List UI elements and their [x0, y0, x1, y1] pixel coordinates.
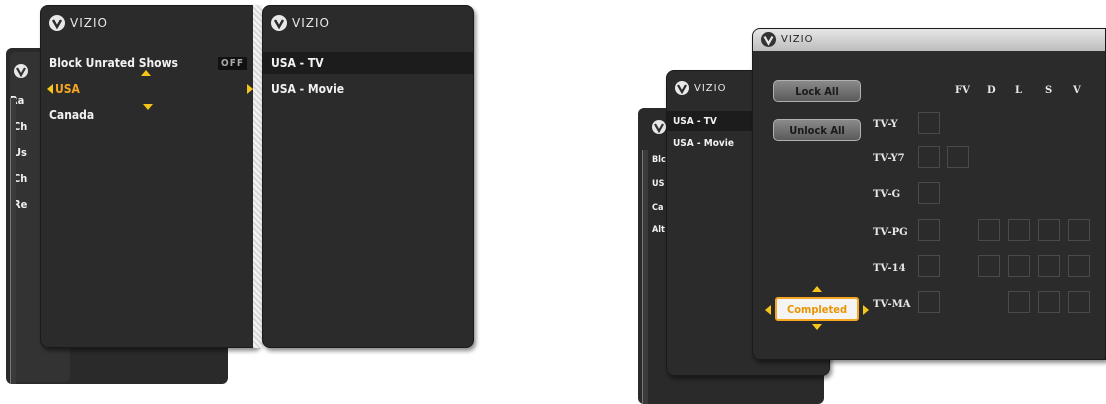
lock-cell-tv-pg-l[interactable]	[1008, 219, 1030, 241]
lock-cell-tv-ma-all[interactable]	[918, 291, 940, 313]
rating-label-tv-y7: TV-Y7	[873, 153, 905, 164]
canada-label: Canada	[49, 108, 95, 122]
lock-cell-tv-14-s[interactable]	[1038, 255, 1060, 277]
col-header-fv: FV	[955, 85, 970, 96]
vizio-logo: VIZIO	[271, 15, 330, 31]
lock-cell-tv-14-v[interactable]	[1068, 255, 1090, 277]
usa-label: USA	[55, 82, 80, 96]
block-unrated-label: Block Unrated Shows	[49, 56, 178, 70]
arrow-down-icon[interactable]	[812, 324, 822, 330]
vizio-logo: VIZIO	[49, 15, 108, 31]
lock-cell-tv-pg-all[interactable]	[918, 219, 940, 241]
usa-row[interactable]: USA	[41, 78, 259, 100]
arrow-up-icon[interactable]	[141, 70, 151, 76]
usa-submenu-panel: VIZIO USA - TV USA - Movie	[262, 5, 474, 348]
lock-cell-tv-ma-v[interactable]	[1068, 291, 1090, 313]
lock-cell-tv-ma-s[interactable]	[1038, 291, 1060, 313]
lock-cell-tv-pg-s[interactable]	[1038, 219, 1060, 241]
usa-tv-label: USA - TV	[673, 115, 717, 127]
lock-cell-tv-pg-v[interactable]	[1068, 219, 1090, 241]
lock-cell-tv-ma-l[interactable]	[1008, 291, 1030, 313]
vizio-logo: VIZIO	[675, 81, 726, 95]
lock-cell-tv-y7-fv[interactable]	[947, 146, 969, 168]
rating-label-tv-14: TV-14	[873, 263, 906, 274]
rating-label-tv-ma: TV-MA	[873, 299, 911, 310]
vizio-logo-icon	[652, 120, 666, 134]
rating-label-tv-y: TV-Y	[873, 119, 898, 130]
left-screen: Ra Ch Us Ch Re VIZIO Block Unrated Shows…	[0, 0, 480, 404]
col-header-v: V	[1073, 85, 1081, 96]
vizio-logo-icon	[675, 81, 689, 95]
arrow-right-icon[interactable]	[863, 305, 869, 315]
col-header-s: S	[1045, 85, 1053, 96]
left-back-edge-strip	[10, 98, 16, 384]
rating-label-tv-g: TV-G	[873, 189, 901, 200]
panel-gap-strip	[253, 5, 262, 348]
vizio-logo-icon	[14, 64, 28, 78]
block-unrated-value[interactable]: OFF	[218, 56, 247, 70]
lock-cell-tv-14-d[interactable]	[978, 255, 1000, 277]
lock-cell-tv-pg-d[interactable]	[978, 219, 1000, 241]
vizio-brand: VIZIO	[694, 82, 727, 94]
lock-all-button[interactable]: Lock All	[773, 80, 861, 102]
far-back-item-canada: Ca	[652, 203, 664, 213]
far-back-item-alt: Alt	[652, 225, 665, 235]
col-header-d: D	[987, 85, 996, 96]
far-back-item-usa: US	[652, 179, 665, 189]
tv-rating-lock-panel: VIZIO Lock All Unlock All FV D L S V TV-…	[752, 28, 1106, 360]
canada-row[interactable]: Canada	[41, 104, 259, 126]
lock-cell-tv-14-all[interactable]	[918, 255, 940, 277]
rating-menu-panel: VIZIO Block Unrated Shows OFF USA Canada	[40, 5, 260, 348]
vizio-logo-icon	[49, 15, 65, 31]
vizio-brand: VIZIO	[292, 16, 330, 30]
lock-cell-tv-14-l[interactable]	[1008, 255, 1030, 277]
vizio-logo: VIZIO	[761, 32, 813, 47]
vizio-brand: VIZIO	[70, 16, 108, 30]
right-far-back-edge	[642, 150, 648, 404]
unlock-all-button[interactable]: Unlock All	[773, 119, 861, 141]
completed-button[interactable]: Completed	[775, 297, 859, 321]
arrow-left-icon[interactable]	[47, 84, 53, 94]
usa-tv-item[interactable]: USA - TV	[263, 52, 473, 74]
rating-label-tv-pg: TV-PG	[873, 227, 908, 238]
lock-cell-tv-y-all[interactable]	[918, 112, 940, 134]
usa-movie-label: USA - Movie	[673, 137, 734, 149]
usa-movie-label: USA - Movie	[271, 82, 345, 96]
lock-cell-tv-y7-all[interactable]	[918, 146, 940, 168]
arrow-left-icon[interactable]	[765, 305, 771, 315]
vizio-brand: VIZIO	[781, 34, 814, 45]
usa-movie-item[interactable]: USA - Movie	[263, 78, 473, 100]
far-back-item-block: Blc	[652, 155, 666, 165]
vizio-logo-icon	[761, 32, 776, 47]
arrow-up-icon[interactable]	[812, 286, 822, 292]
lock-cell-tv-g-all[interactable]	[918, 182, 940, 204]
vizio-logo-icon	[271, 15, 287, 31]
right-screen: Blc US Ca Alt VIZIO USA - TV USA - Movie…	[630, 0, 1106, 404]
col-header-l: L	[1015, 85, 1023, 96]
usa-tv-label: USA - TV	[271, 56, 324, 70]
